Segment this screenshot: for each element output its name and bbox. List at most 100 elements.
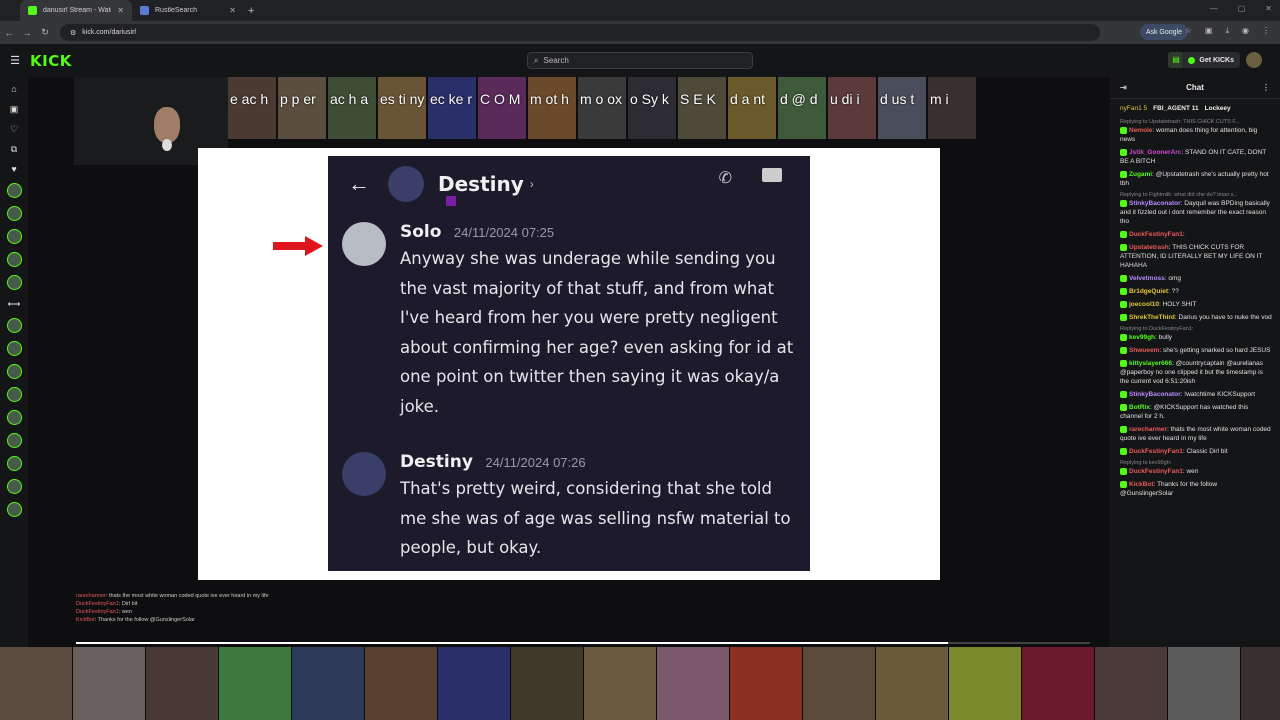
search-input[interactable]: ⌕ Search — [527, 52, 753, 69]
collapse-chat-icon[interactable]: ⇥ — [1120, 83, 1127, 92]
user-avatar[interactable] — [1246, 52, 1262, 68]
chat-message[interactable]: Jstik_GoonerArc: STAND ON IT CATE, DONT … — [1120, 148, 1272, 166]
chat-username[interactable]: Shwueem — [1129, 347, 1159, 354]
followed-channel-avatar[interactable] — [6, 229, 22, 244]
reply-reference[interactable]: Replying to DuckFestinyFan1: — [1120, 326, 1272, 333]
chat-username[interactable]: DuckFestinyFan1 — [1129, 231, 1183, 238]
chat-settings-icon[interactable]: ⋮ — [1262, 83, 1270, 92]
expand-icon[interactable]: ⟷ — [8, 298, 21, 310]
clips-icon[interactable]: ⧉ — [11, 143, 17, 155]
video-progress-bar[interactable] — [76, 642, 1090, 644]
chat-username[interactable]: Jstik_GoonerArc — [1129, 149, 1181, 156]
chat-panel: ⇥ Chat ⋮ nyFan1 5 FBI_AGENT 11 Lockeey R… — [1110, 77, 1280, 647]
recommended-channel-avatar[interactable] — [6, 364, 22, 379]
close-window-icon[interactable]: ✕ — [1265, 4, 1272, 13]
hamburger-menu-icon[interactable]: ☰ — [0, 54, 30, 67]
kick-favicon-icon — [28, 6, 37, 15]
chat-message[interactable]: Zugami: @Upstatetrash she's actually pre… — [1120, 170, 1272, 188]
profile-icon[interactable]: ◉ — [1242, 26, 1249, 36]
message-text: Anyway she was underage while sending yo… — [400, 249, 794, 416]
chat-message[interactable]: ShrekTheThird: Darius you have to nuke t… — [1120, 313, 1272, 322]
reply-reference[interactable]: Replying to Fightmilk: what did she do? … — [1120, 192, 1272, 199]
recommended-channel-avatar[interactable] — [6, 318, 22, 333]
chat-username[interactable]: Zugami — [1129, 171, 1152, 178]
maximize-icon[interactable]: ▢ — [1238, 4, 1246, 13]
chat-message[interactable]: DuckFestinyFan1: Classic Dirl bit — [1120, 447, 1272, 456]
leaderboard-entry[interactable]: FBI_AGENT 11 — [1153, 105, 1199, 112]
chat-message[interactable]: Upstatetrash: THIS CHICK CUTS FOR ATTENT… — [1120, 243, 1272, 270]
video-player[interactable]: e ac h p p er ac h a es ti ny ec ke r C O M m … — [28, 77, 1110, 647]
site-info-icon[interactable]: ⚙ — [70, 29, 76, 37]
chat-message[interactable]: Replying to Fightmilk: what did she do? … — [1120, 192, 1272, 226]
chat-message[interactable]: BotRix: @KICKSupport has watched this ch… — [1120, 403, 1272, 421]
chat-message[interactable]: Replying to DuckFestinyFan1: kev99gh: bul… — [1120, 326, 1272, 342]
ask-google-button[interactable]: Ask Google — [1139, 24, 1188, 40]
reply-reference[interactable]: Replying to Upstatetrash: THIS CHICK CUT… — [1120, 119, 1272, 126]
get-kicks-button[interactable]: Get KICKs — [1182, 52, 1240, 68]
chat-message[interactable]: Shwueem: she's getting snarked so hard J… — [1120, 346, 1272, 355]
red-arrow-icon — [273, 236, 323, 256]
chat-message[interactable]: kittyslayer666: @countrycaptain @aurelia… — [1120, 359, 1272, 386]
chat-message[interactable]: Br1dgeQuiet: ?? — [1120, 287, 1272, 296]
chat-message[interactable]: Replying to kev99gh: DuckFestinyFan1: wen — [1120, 460, 1272, 476]
chat-message[interactable]: Replying to Upstatetrash: THIS CHICK CUT… — [1120, 119, 1272, 144]
chat-username[interactable]: Nemole — [1129, 127, 1152, 134]
back-icon[interactable]: ← — [0, 28, 18, 38]
followed-channel-avatar[interactable] — [6, 206, 22, 221]
chat-message[interactable]: StinkyBaconator: !watchtime KICKSupport — [1120, 390, 1272, 399]
extensions-icon[interactable]: ▣ — [1205, 26, 1213, 36]
chat-message[interactable]: KickBot: Thanks for the follow @Gunsling… — [1120, 480, 1272, 498]
close-tab-icon[interactable]: ✕ — [229, 6, 236, 15]
chat-username[interactable]: joecool10 — [1129, 301, 1159, 308]
tab-kick[interactable]: dariusirl Stream - Watch Live o ✕ — [20, 0, 132, 21]
chat-username[interactable]: kittyslayer666 — [1129, 360, 1172, 367]
chat-username[interactable]: KickBot — [1129, 481, 1154, 488]
chat-username[interactable]: Velvetmoss — [1129, 275, 1165, 282]
forward-icon[interactable]: → — [18, 28, 36, 38]
followed-channel-avatar[interactable] — [6, 275, 22, 290]
chat-message[interactable]: Velvetmoss: omg — [1120, 274, 1272, 283]
chat-message[interactable]: rarecharmer: thats the most white woman … — [1120, 425, 1272, 443]
reply-reference[interactable]: Replying to kev99gh: — [1120, 460, 1272, 467]
chat-message[interactable]: DuckFestinyFan1: — [1120, 230, 1272, 239]
overlay-chat-line: DuckFestinyFan1: wen — [76, 609, 132, 615]
followed-channel-avatar[interactable] — [6, 252, 22, 267]
recommended-channel-avatar[interactable] — [6, 456, 22, 471]
leaderboard-entry[interactable]: Lockeey — [1205, 105, 1231, 112]
followed-heart-icon[interactable]: ♥ — [11, 163, 16, 175]
chat-username[interactable]: StinkyBaconator — [1129, 200, 1181, 207]
chat-username[interactable]: Upstatetrash — [1129, 244, 1169, 251]
recommended-channel-avatar[interactable] — [6, 341, 22, 356]
recommended-channel-avatar[interactable] — [6, 410, 22, 425]
chat-username[interactable]: DuckFestinyFan1 — [1129, 448, 1183, 455]
kick-logo[interactable]: KICK — [30, 52, 72, 70]
user-badge-icon — [1120, 313, 1127, 321]
emote-tile-text: e ac h — [230, 91, 269, 107]
new-tab-icon[interactable]: + — [248, 5, 254, 17]
chat-username[interactable]: DuckFestinyFan1 — [1129, 468, 1183, 475]
chat-username[interactable]: rarecharmer — [1129, 426, 1167, 433]
reload-icon[interactable]: ↻ — [36, 27, 54, 38]
tab-rustlesearch[interactable]: RustleSearch ✕ — [132, 0, 244, 21]
url-field[interactable]: ⚙ kick.com/dariusirl — [60, 24, 1100, 41]
chat-username[interactable]: BotRix — [1129, 404, 1150, 411]
browse-icon[interactable]: ▣ — [10, 103, 19, 115]
menu-kebab-icon[interactable]: ⋮ — [1262, 26, 1270, 36]
recommended-channel-avatar[interactable] — [6, 433, 22, 448]
following-heart-icon[interactable]: ♡ — [10, 123, 18, 135]
recommended-channel-avatar[interactable] — [6, 387, 22, 402]
recommended-channel-avatar[interactable] — [6, 479, 22, 494]
minimize-icon[interactable]: — — [1210, 4, 1218, 13]
home-icon[interactable]: ⌂ — [11, 83, 16, 95]
chat-username[interactable]: ShrekTheThird — [1129, 314, 1175, 321]
leaderboard-entry[interactable]: nyFan1 5 — [1120, 105, 1147, 112]
recommended-channel-avatar[interactable] — [6, 502, 22, 517]
chat-username[interactable]: Br1dgeQuiet — [1129, 288, 1168, 295]
chat-message[interactable]: joecool10: HOLY SHIT — [1120, 300, 1272, 309]
close-tab-icon[interactable]: ✕ — [117, 6, 124, 15]
downloads-icon[interactable]: ⤓ — [1225, 26, 1229, 36]
chat-username[interactable]: kev99gh — [1129, 334, 1155, 341]
bookmark-star-icon[interactable]: ☆ — [1185, 26, 1192, 36]
followed-channel-avatar[interactable] — [6, 183, 22, 198]
chat-username[interactable]: StinkyBaconator — [1129, 391, 1181, 398]
